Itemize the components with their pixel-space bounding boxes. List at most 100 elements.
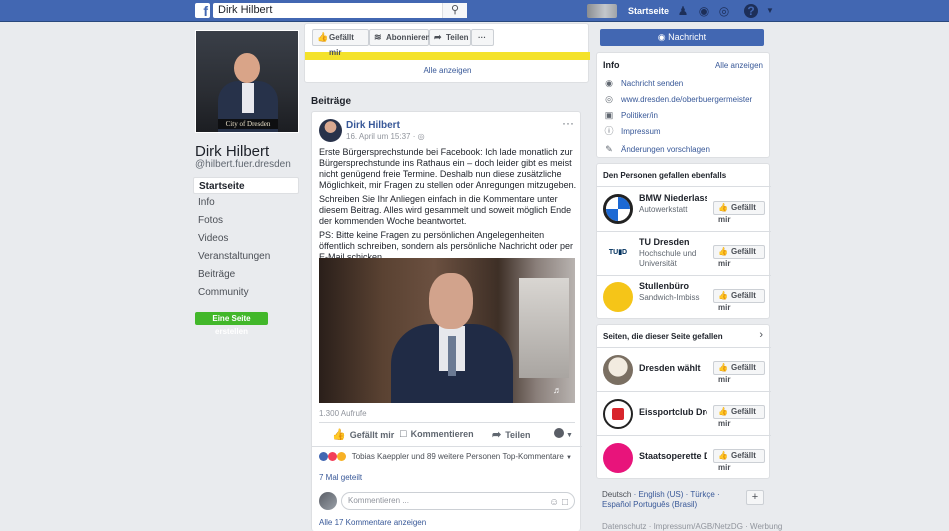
post-comment-button[interactable]: □ Kommentieren <box>400 428 474 440</box>
eissportclub-logo-emblem <box>612 408 624 420</box>
website-row[interactable]: ◎ www.dresden.de/oberbuergermeister <box>603 93 752 105</box>
imprint-row[interactable]: ⓘ Impressum <box>603 125 661 137</box>
like-button[interactable]: 👍 Gefällt mir <box>713 245 765 268</box>
staatsoperette-logo-icon[interactable] <box>603 443 633 473</box>
chevron-right-icon[interactable]: › <box>759 329 763 341</box>
post-video[interactable]: ♬ <box>319 258 575 403</box>
tu-dresden-logo-icon[interactable]: TU▮D <box>603 238 633 268</box>
video-window <box>519 278 569 378</box>
post-author-name[interactable]: Dirk Hilbert <box>346 120 400 131</box>
nav-item-info[interactable]: Info <box>193 194 299 212</box>
profile-picture[interactable]: City of Dresden <box>195 30 299 133</box>
post-options-icon[interactable]: ··· <box>562 116 574 130</box>
suggested-page-name[interactable]: Stullenbüro <box>639 281 707 291</box>
post-as-selector[interactable]: ▼ <box>554 428 573 439</box>
user-avatar[interactable] <box>587 4 617 18</box>
page-avatar-icon <box>554 428 564 438</box>
suggested-page: BMW Niederlassung Autowerkstatt 👍Gefällt… <box>597 187 771 231</box>
create-page-button[interactable]: Eine Seite erstellen <box>195 312 268 336</box>
footer-links[interactable]: Datenschutz · Impressum/AGB/NetzDG · Wer… <box>602 522 782 531</box>
thumbs-up-icon: 👍 <box>718 451 728 460</box>
speaker-icon[interactable]: ♬ <box>553 385 565 395</box>
more-languages-button[interactable]: + <box>746 490 764 505</box>
liked-page-name[interactable]: Dresden wählt <box>639 363 707 373</box>
post-share-label: Teilen <box>505 430 531 440</box>
messenger-icon[interactable]: ◉ <box>697 4 711 18</box>
nav-item-fotos[interactable]: Fotos <box>193 212 299 230</box>
language-link[interactable]: Türkçe <box>690 490 714 499</box>
comment-input[interactable]: Kommentieren ... ☺ □ <box>341 492 575 510</box>
globe-icon[interactable]: ◎ <box>717 4 731 18</box>
like-page-button[interactable]: 👍 Gefällt mir <box>312 29 369 57</box>
imprint-label: Impressum <box>621 127 661 136</box>
globe-icon: ◎ <box>417 132 425 141</box>
comment-sort-dropdown[interactable]: Top-Kommentare ▼ <box>502 452 572 461</box>
suggested-page-category: Sandwich-Imbiss <box>639 293 700 302</box>
people-also-like-card: Den Personen gefallen ebenfalls BMW Nied… <box>596 163 771 319</box>
liked-page-name[interactable]: Staatsoperette Dresden <box>639 451 707 461</box>
suggest-edits-row[interactable]: ✎ Änderungen vorschlagen <box>603 143 710 155</box>
language-link[interactable]: Español <box>602 500 631 509</box>
like-button[interactable]: 👍 Gefällt mir <box>713 201 765 224</box>
emoji-icon[interactable]: ☺ □ <box>549 495 568 511</box>
post-author-avatar[interactable] <box>319 119 342 142</box>
search-input[interactable]: Dirk Hilbert <box>213 3 467 18</box>
send-message-row[interactable]: ◉ Nachricht senden <box>603 77 683 89</box>
liked-pages-title[interactable]: Seiten, die dieser Seite gefallen <box>603 332 723 341</box>
info-show-all-link[interactable]: Alle anzeigen <box>715 61 763 70</box>
page-title[interactable]: Dirk Hilbert <box>195 143 269 160</box>
chevron-down-icon[interactable]: ▼ <box>763 4 777 18</box>
all-comments-link[interactable]: Alle 17 Kommentare anzeigen <box>319 518 426 527</box>
friends-icon[interactable]: ♟ <box>676 4 690 18</box>
message-button[interactable]: ◉ Nachricht <box>600 29 764 46</box>
chevron-down-icon: ▼ <box>566 455 572 461</box>
category-row[interactable]: ▣ Politiker/in <box>603 109 658 121</box>
eissportclub-logo-icon[interactable] <box>603 399 633 429</box>
show-all-link[interactable]: Alle anzeigen <box>305 66 590 75</box>
liked-page-name[interactable]: Eissportclub Dresden <box>639 407 707 417</box>
nav-item-veranstaltungen[interactable]: Veranstaltungen <box>193 248 299 266</box>
bmw-logo-icon[interactable] <box>603 194 633 224</box>
post-paragraph: Schreiben Sie Ihr Anliegen einfach in di… <box>319 194 572 226</box>
language-list: Deutsch · English (US) · Türkçe · Españo… <box>602 490 720 509</box>
liked-pages-card: Seiten, die dieser Seite gefallen › Dres… <box>596 324 771 479</box>
more-options-button[interactable]: ··· <box>471 29 494 46</box>
suggested-page-category: Autowerkstatt <box>639 205 688 214</box>
send-message-label: Nachricht senden <box>621 79 684 88</box>
language-footer: Deutsch · English (US) · Türkçe · Españo… <box>596 486 782 531</box>
like-button[interactable]: 👍 Gefällt mir <box>713 361 765 384</box>
post-paragraph: Erste Bürgersprechstunde bei Facebook: I… <box>319 147 577 190</box>
page-handle[interactable]: @hilbert.fuer.dresden <box>195 159 291 170</box>
comment-composer: Kommentieren ... ☺ □ <box>319 492 575 512</box>
suggested-page-name[interactable]: BMW Niederlassung <box>639 193 707 203</box>
facebook-logo[interactable]: f <box>195 3 210 19</box>
like-button[interactable]: 👍 Gefällt mir <box>713 449 765 472</box>
bmw-logo-quadrants <box>606 197 630 221</box>
reactions-summary[interactable]: Tobias Kaeppler und 89 weitere Personen <box>319 452 500 461</box>
dresden-waehlt-logo-icon[interactable] <box>603 355 633 385</box>
home-link[interactable]: Startseite <box>628 6 669 16</box>
share-page-button[interactable]: ➦ Teilen <box>429 29 471 46</box>
stullenbuero-logo-icon[interactable] <box>603 282 633 312</box>
help-icon[interactable]: ? <box>744 4 758 18</box>
suggested-page-name[interactable]: TU Dresden <box>639 237 707 247</box>
post-comment-label: Kommentieren <box>410 429 474 439</box>
subscribe-button[interactable]: ≋ Abonnieren <box>369 29 430 46</box>
share-page-label: Teilen <box>446 33 469 42</box>
nav-item-community[interactable]: Community <box>193 284 299 302</box>
post-timestamp[interactable]: 16. April um 15:37 · ◎ <box>346 132 425 141</box>
suggest-edits-label: Änderungen vorschlagen <box>621 145 710 154</box>
post-like-button[interactable]: 👍 Gefällt mir <box>332 428 394 441</box>
language-link[interactable]: Português (Brasil) <box>633 500 697 509</box>
thumbs-up-icon: 👍 <box>332 429 346 441</box>
language-link[interactable]: English (US) <box>638 490 683 499</box>
category-icon: ▣ <box>604 110 614 120</box>
shares-count[interactable]: 7 Mal geteilt <box>319 473 362 482</box>
nav-item-startseite[interactable]: Startseite <box>193 177 299 194</box>
search-icon[interactable]: ⚲ <box>442 3 467 18</box>
like-button[interactable]: 👍 Gefällt mir <box>713 289 765 312</box>
like-button[interactable]: 👍 Gefällt mir <box>713 405 765 428</box>
nav-item-beitraege[interactable]: Beiträge <box>193 266 299 284</box>
nav-item-videos[interactable]: Videos <box>193 230 299 248</box>
post-share-button[interactable]: ➦ Teilen <box>492 428 531 441</box>
